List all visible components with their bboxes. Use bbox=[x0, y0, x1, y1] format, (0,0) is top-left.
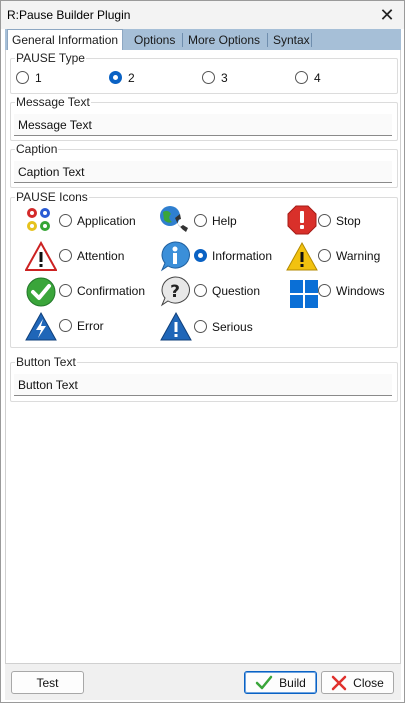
warning-icon bbox=[286, 241, 318, 271]
checkmark-icon bbox=[255, 675, 273, 689]
icon-label-serious: Serious bbox=[212, 320, 253, 334]
message-text-input[interactable] bbox=[14, 114, 392, 136]
caption-label: Caption bbox=[15, 142, 59, 156]
pause-icons-group: PAUSE Icons Application Help Stop Attent… bbox=[10, 190, 398, 348]
icon-label-confirmation: Confirmation bbox=[77, 284, 146, 298]
button-text-group: Button Text bbox=[10, 355, 398, 402]
tab-options[interactable]: Options bbox=[130, 31, 179, 50]
icon-radio-windows[interactable] bbox=[318, 284, 331, 297]
message-text-label: Message Text bbox=[15, 95, 91, 109]
svg-text:?: ? bbox=[170, 282, 180, 302]
tab-more-options[interactable]: More Options bbox=[184, 31, 264, 50]
icon-label-help: Help bbox=[212, 214, 237, 228]
button-text-input[interactable] bbox=[14, 374, 392, 396]
tab-divider bbox=[182, 33, 183, 47]
icon-radio-error[interactable] bbox=[59, 319, 72, 332]
close-window-icon[interactable]: ✕ bbox=[376, 4, 398, 26]
tab-divider bbox=[267, 33, 268, 47]
pause-type-group: PAUSE Type 1 2 3 4 bbox=[10, 51, 398, 94]
icon-radio-confirmation[interactable] bbox=[59, 284, 72, 297]
question-icon: ? bbox=[160, 276, 190, 307]
tab-strip: General Information Options More Options… bbox=[5, 29, 401, 50]
icon-radio-serious[interactable] bbox=[194, 320, 207, 333]
build-button[interactable]: Build bbox=[244, 671, 317, 694]
icon-label-application: Application bbox=[77, 214, 136, 228]
test-button[interactable]: Test bbox=[11, 671, 84, 694]
serious-icon bbox=[160, 311, 192, 341]
dialog-footer: Test Build Close bbox=[5, 664, 401, 700]
icon-label-attention: Attention bbox=[77, 249, 125, 263]
button-text-label: Button Text bbox=[15, 355, 77, 369]
title-bar: R:Pause Builder Plugin ✕ bbox=[1, 1, 404, 29]
error-icon bbox=[25, 311, 57, 341]
icon-label-warning: Warning bbox=[336, 249, 381, 263]
window-title: R:Pause Builder Plugin bbox=[7, 8, 131, 22]
icon-radio-application[interactable] bbox=[59, 214, 72, 227]
message-text-group: Message Text bbox=[10, 95, 398, 141]
pause-icons-label: PAUSE Icons bbox=[15, 190, 89, 204]
confirmation-icon bbox=[26, 277, 56, 307]
general-information-panel: PAUSE Type 1 2 3 4 Message Text Caption … bbox=[5, 50, 401, 664]
tab-divider bbox=[311, 33, 312, 47]
pause-type-option-2: 2 bbox=[128, 71, 135, 85]
pause-type-option-1: 1 bbox=[35, 71, 42, 85]
icon-radio-stop[interactable] bbox=[318, 214, 331, 227]
icon-label-information: Information bbox=[212, 249, 273, 263]
pause-type-label: PAUSE Type bbox=[15, 51, 86, 65]
red-x-icon bbox=[331, 675, 347, 690]
tab-syntax[interactable]: Syntax bbox=[269, 31, 314, 50]
pause-type-option-3: 3 bbox=[221, 71, 228, 85]
icon-radio-help[interactable] bbox=[194, 214, 207, 227]
pause-type-radio-4[interactable] bbox=[295, 71, 308, 84]
test-button-label: Test bbox=[36, 675, 59, 690]
icon-label-windows: Windows bbox=[336, 284, 385, 298]
caption-group: Caption bbox=[10, 142, 398, 188]
attention-icon bbox=[25, 241, 57, 271]
dialog-window: R:Pause Builder Plugin ✕ General Informa… bbox=[0, 0, 405, 703]
icon-label-error: Error bbox=[77, 319, 104, 333]
pause-type-option-4: 4 bbox=[314, 71, 321, 85]
icon-radio-question[interactable] bbox=[194, 284, 207, 297]
gears-icon bbox=[27, 208, 50, 231]
icon-radio-warning[interactable] bbox=[318, 249, 331, 262]
information-icon bbox=[160, 241, 190, 272]
stop-icon bbox=[287, 205, 317, 235]
close-button-label: Close bbox=[353, 675, 384, 690]
pause-type-radio-3[interactable] bbox=[202, 71, 215, 84]
icon-label-stop: Stop bbox=[336, 214, 361, 228]
icon-radio-information[interactable] bbox=[194, 249, 207, 262]
icon-radio-attention[interactable] bbox=[59, 249, 72, 262]
icon-label-question: Question bbox=[212, 284, 261, 298]
build-button-label: Build bbox=[279, 675, 306, 690]
close-button[interactable]: Close bbox=[321, 671, 394, 694]
help-phone-icon bbox=[160, 206, 188, 232]
caption-input[interactable] bbox=[14, 161, 392, 183]
pause-type-radio-1[interactable] bbox=[16, 71, 29, 84]
tab-general-information[interactable]: General Information bbox=[7, 29, 124, 50]
pause-type-radio-2[interactable] bbox=[109, 71, 122, 84]
windows-icon bbox=[290, 280, 318, 308]
